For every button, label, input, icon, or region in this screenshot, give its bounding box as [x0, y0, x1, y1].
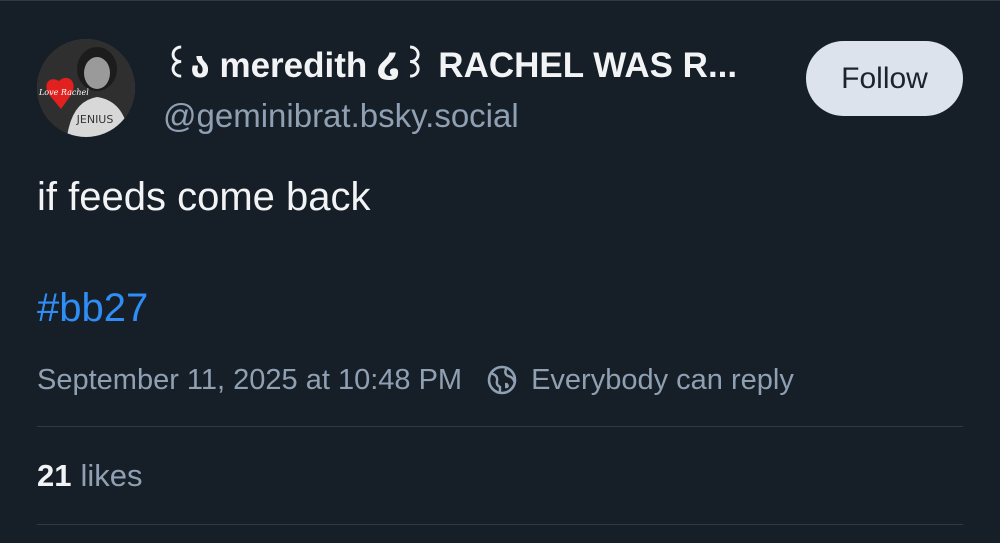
reply-setting[interactable]: Everybody can reply	[486, 364, 794, 397]
avatar-image: JENIUS I Love Rachel	[37, 39, 135, 137]
likes-count: 21	[37, 458, 72, 493]
post-timestamp[interactable]: September 11, 2025 at 10:48 PM	[37, 364, 462, 397]
follow-button[interactable]: Follow	[806, 41, 963, 116]
svg-text:JENIUS: JENIUS	[76, 113, 114, 126]
divider	[37, 426, 963, 427]
post-text: if feeds come back	[37, 175, 371, 219]
likes-label: likes	[80, 458, 143, 493]
top-divider	[0, 0, 1000, 1]
author-handle[interactable]: @geminibrat.bsky.social	[163, 94, 519, 138]
divider	[37, 524, 963, 525]
avatar[interactable]: JENIUS I Love Rachel	[37, 39, 135, 137]
reply-setting-label: Everybody can reply	[531, 363, 794, 396]
likes-link[interactable]: 21 likes	[37, 455, 143, 497]
post-meta: September 11, 2025 at 10:48 PM Everybody…	[37, 359, 794, 401]
author-display-name[interactable]: ꒰ა meredith ໒꒱ RACHEL WAS R...	[163, 44, 783, 88]
avatar-sign-text: I Love Rachel	[37, 88, 89, 97]
globe-icon	[486, 364, 518, 396]
hashtag-link[interactable]: #bb27	[37, 283, 148, 333]
